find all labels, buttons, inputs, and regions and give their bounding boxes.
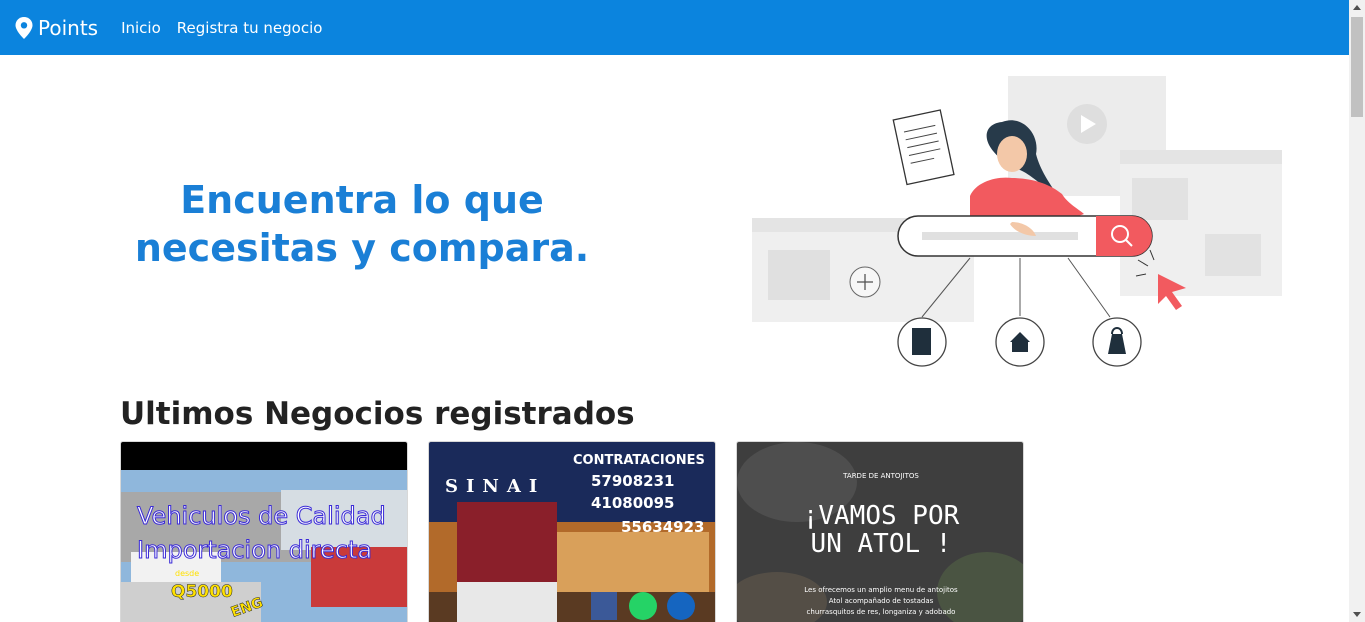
card-image-vehiculos: Vehiculos de Calidad Importacion directa… — [121, 442, 407, 622]
card3-desc3: churrasquitos de res, longaniza y adobad… — [807, 608, 956, 616]
card1-price-label: desde — [175, 569, 199, 578]
vertical-scrollbar[interactable] — [1349, 0, 1365, 622]
map-pin-icon — [15, 16, 33, 39]
business-card-antojitos[interactable]: TARDE DE ANTOJITOS ¡VAMOS POR UN ATOL ! … — [736, 441, 1024, 622]
whatsapp-icon — [629, 592, 657, 620]
top-navbar: Points Inicio Registra tu negocio — [0, 0, 1349, 55]
hero-title: Encuentra lo que necesitas y compara. — [134, 178, 590, 270]
card-image-sinai: CONTRATACIONES SINAI 57908231 41080095 5… — [429, 442, 715, 622]
scroll-down-arrow-icon[interactable] — [1349, 606, 1365, 622]
card1-line2: Importacion directa — [137, 536, 372, 564]
section-title: Ultimos Negocios registrados — [120, 396, 635, 432]
card2-phone-2: 41080095 — [591, 494, 675, 512]
nav-link-inicio[interactable]: Inicio — [121, 19, 161, 37]
business-card-sinai[interactable]: CONTRATACIONES SINAI 57908231 41080095 5… — [428, 441, 716, 622]
card3-desc2: Atol acompañado de tostadas — [829, 597, 934, 605]
phone-icon — [667, 592, 695, 620]
facebook-icon — [591, 592, 617, 620]
nav-link-registra[interactable]: Registra tu negocio — [177, 19, 323, 37]
card2-heading: CONTRATACIONES — [573, 453, 705, 468]
card1-line1: Vehiculos de Calidad — [137, 502, 386, 530]
card-image-antojitos: TARDE DE ANTOJITOS ¡VAMOS POR UN ATOL ! … — [737, 442, 1023, 622]
card3-desc1: Les ofrecemos un amplio menu de antojito… — [804, 586, 958, 594]
brand-name: Points — [38, 15, 99, 40]
brand-link[interactable]: Points — [15, 16, 98, 40]
card3-headline1: ¡VAMOS POR — [803, 501, 960, 531]
band-members-image — [457, 502, 557, 622]
card2-phone-1: 57908231 — [591, 472, 675, 490]
card2-name: SINAI — [445, 476, 545, 497]
scroll-up-arrow-icon[interactable] — [1349, 0, 1365, 16]
business-card-vehiculos[interactable]: Vehiculos de Calidad Importacion directa… — [120, 441, 408, 622]
card1-price: Q5000 — [171, 582, 233, 602]
card3-kicker: TARDE DE ANTOJITOS — [842, 472, 919, 480]
page-viewport: Points Inicio Registra tu negocio Encuen… — [0, 0, 1349, 622]
card2-phone-3: 55634923 — [621, 518, 705, 536]
hero-illustration — [752, 76, 1282, 367]
card3-headline2: UN ATOL ! — [811, 529, 952, 559]
scroll-thumb[interactable] — [1351, 17, 1363, 117]
